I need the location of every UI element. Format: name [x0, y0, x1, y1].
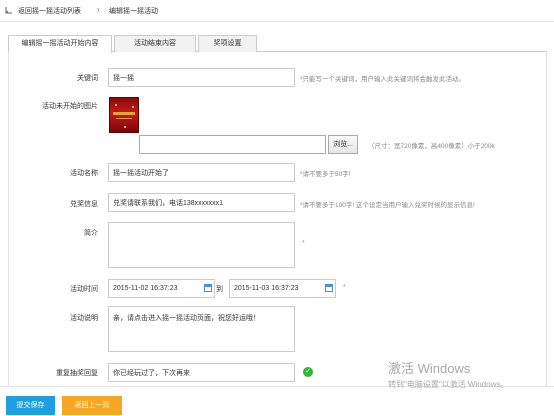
tab-bar: 编辑摇一摇活动开始内容 活动结束内容 奖项设置: [8, 35, 547, 53]
breadcrumb-separator: ›: [97, 5, 100, 14]
breadcrumb: 返回摇一摇活动列表 › 编辑摇一摇活动: [0, 0, 554, 22]
image-label: 活动未开始的图片: [42, 103, 98, 110]
time-required-star: *: [343, 284, 346, 291]
image-size-hint: （尺寸：宽720像素，高400像素）小于200k: [368, 143, 495, 150]
desc-label: 活动说明: [70, 315, 98, 322]
intro-textarea[interactable]: [108, 222, 295, 268]
time-label: 活动时间: [70, 286, 98, 293]
back-button[interactable]: 返回上一页: [62, 396, 122, 415]
time-to-label: 到: [216, 286, 223, 293]
end-time-input[interactable]: 2015-11-03 16:37:23: [229, 279, 336, 298]
watermark-line2: 转到"电脑设置"以激活 Windows。: [388, 380, 509, 389]
checkmark-icon: ✓: [303, 367, 313, 377]
tab-start-content[interactable]: 编辑摇一摇活动开始内容: [8, 35, 112, 53]
submit-button[interactable]: 提交保存: [6, 396, 55, 415]
repeat-label: 重复抽奖回复: [56, 370, 98, 377]
repeat-reply-input[interactable]: 你已经玩过了，下次再来: [108, 363, 295, 382]
windows-activation-watermark: 激活 Windows 转到"电脑设置"以激活 Windows。: [388, 361, 554, 391]
desc-textarea[interactable]: 亲，请点击进入摇一摇活动页面，祝您好运哦！: [108, 306, 295, 352]
tab-end-content[interactable]: 活动结束内容: [114, 35, 196, 52]
name-hint: *请不要多于50字!: [300, 171, 351, 178]
name-input[interactable]: 摇一摇活动开始了: [108, 163, 295, 182]
breadcrumb-current: 编辑摇一摇活动: [109, 8, 158, 15]
name-label: 活动名称: [70, 170, 98, 177]
image-file-input[interactable]: [139, 135, 326, 154]
redeem-input[interactable]: 兑奖请联系我们，电话138xxxxxxx1: [108, 193, 295, 212]
redeem-hint: *请不要多于100字! 这个设定当用户输入兑奖时候的显示信息!: [300, 202, 475, 209]
redeem-label: 兑奖信息: [70, 201, 98, 208]
keyword-hint: *只能写一个关键词，用户输入此关键词将会触发此活动。: [300, 76, 466, 83]
keyword-label: 关键词: [77, 75, 98, 82]
intro-label: 简介: [84, 230, 98, 237]
keyword-input[interactable]: 摇一摇: [108, 68, 295, 87]
watermark-line1: 激活 Windows: [388, 361, 471, 376]
end-calendar-icon[interactable]: [325, 284, 333, 292]
back-to-list-link[interactable]: 返回摇一摇活动列表: [18, 6, 81, 16]
browse-button[interactable]: 浏览...: [328, 135, 358, 154]
tab-prize-settings[interactable]: 奖项设置: [198, 35, 257, 52]
activity-image-preview: [109, 97, 139, 133]
back-arrow-icon[interactable]: [5, 6, 13, 14]
end-time-value: 2015-11-03 16:37:23: [234, 285, 299, 292]
intro-required-star: *: [302, 240, 305, 247]
